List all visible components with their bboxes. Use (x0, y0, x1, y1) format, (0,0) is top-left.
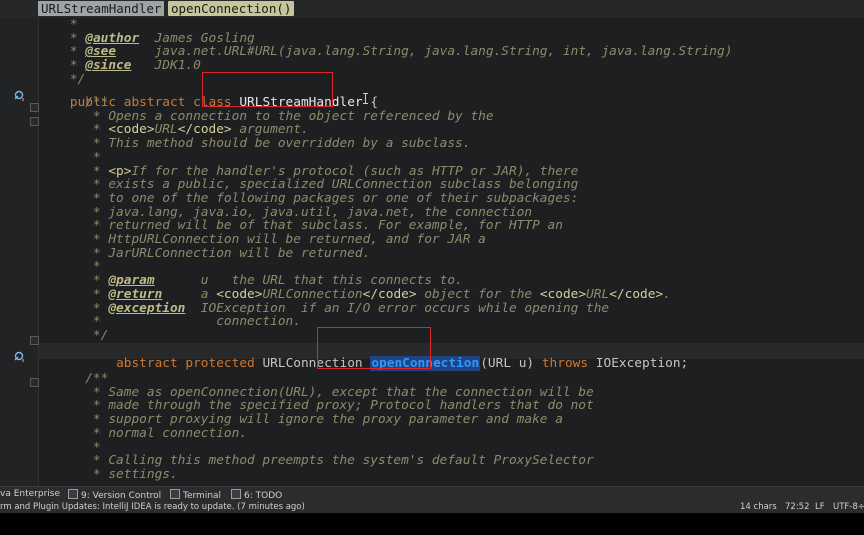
breadcrumb-class[interactable]: URLStreamHandler (38, 1, 165, 16)
status-encoding[interactable]: UTF-8÷ (833, 502, 864, 512)
tool-terminal[interactable]: Terminal (170, 489, 222, 501)
comment-text: * This method should be overridden by a … (39, 136, 471, 152)
comment-line[interactable]: * settings. (39, 466, 178, 482)
mouse-ibeam-cursor (363, 93, 368, 104)
implemented-by-icon[interactable] (14, 86, 24, 101)
version-control-icon (68, 489, 78, 499)
code-editor[interactable]: * * @author James Gosling * @see java.ne… (39, 18, 864, 486)
comment-text: . (663, 286, 671, 302)
status-message[interactable]: rm and Plugin Updates: IntelliJ IDEA is … (0, 502, 305, 512)
tool-todo[interactable]: 6: TODO (231, 489, 283, 501)
breadcrumb-method[interactable]: openConnection() (168, 1, 295, 16)
method-modifiers: abstract protected (116, 356, 263, 371)
annotation-box-class (202, 72, 333, 107)
comment-line[interactable]: */ (39, 327, 109, 343)
fold-marker-icon[interactable] (30, 117, 39, 126)
html-tag: </code> (609, 286, 664, 302)
tool-todo-label: 6: TODO (244, 491, 283, 501)
fold-marker-icon[interactable] (30, 336, 39, 345)
method-params: (URL u) (480, 356, 542, 371)
status-line-separator[interactable]: LF (815, 502, 825, 512)
comment-line[interactable]: * This method should be overridden by a … (39, 136, 471, 152)
comment-text: java.net.URL#URL(java.lang.String, java.… (116, 44, 733, 60)
status-caret-position[interactable]: 72:52 (785, 502, 810, 512)
exception-type[interactable]: IOException; (588, 356, 688, 371)
tool-version-control-label: 9: Version Control (81, 491, 162, 501)
status-selection: 14 chars (740, 502, 777, 512)
breadcrumb: URLStreamHandler openConnection() (0, 0, 864, 19)
tool-enterprise[interactable]: va Enterprise (0, 489, 60, 500)
terminal-icon (170, 489, 180, 499)
screen-bottom-edge (0, 513, 864, 535)
fold-marker-icon[interactable] (30, 103, 39, 112)
editor-gutter[interactable] (0, 18, 54, 486)
status-bar: rm and Plugin Updates: IntelliJ IDEA is … (0, 501, 864, 513)
javadoc-tag: @since (85, 58, 132, 74)
throws-keyword: throws (541, 356, 589, 371)
tool-terminal-label: Terminal (183, 491, 222, 501)
tool-window-bar: va Enterprise 9: Version Control Termina… (0, 486, 864, 502)
fold-marker-icon[interactable] (30, 378, 39, 387)
comment-text: JDK1.0 (131, 58, 201, 74)
implemented-by-icon[interactable] (14, 347, 24, 362)
annotation-box-method (317, 327, 431, 369)
tool-version-control[interactable]: 9: Version Control (68, 489, 162, 501)
todo-icon (231, 489, 241, 499)
comment-text: * settings. (39, 466, 178, 482)
comment-text: */ (39, 327, 109, 343)
